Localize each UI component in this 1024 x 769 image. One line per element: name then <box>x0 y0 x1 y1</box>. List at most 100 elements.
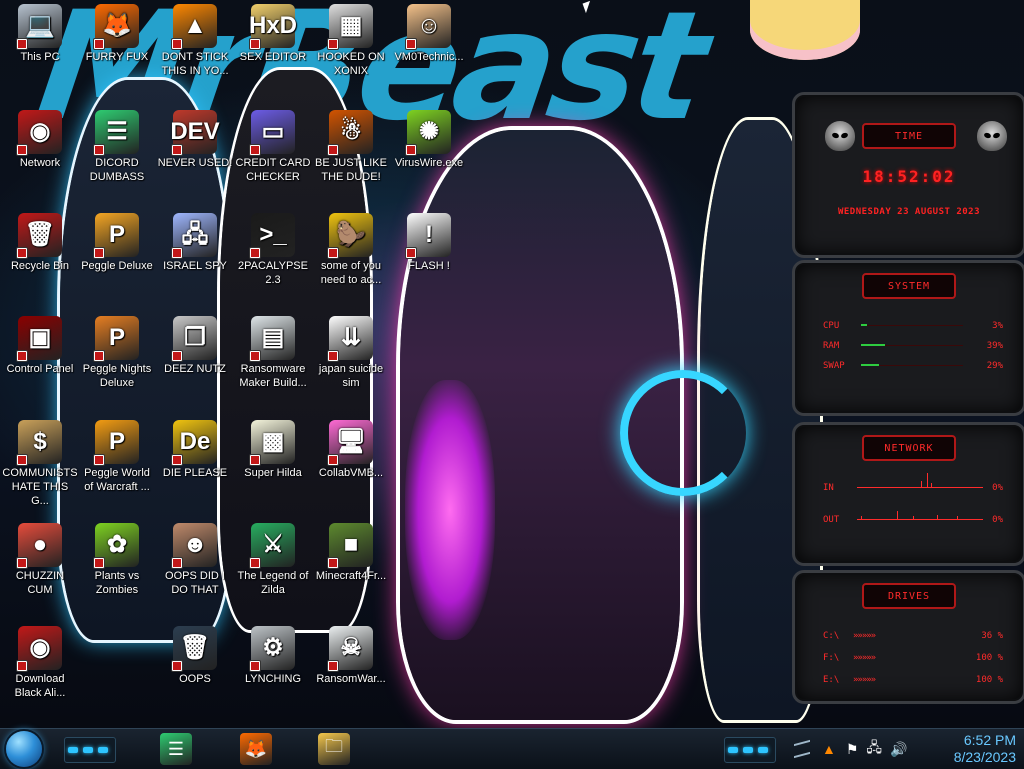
gadget-clock: 18:52:02 <box>862 167 956 186</box>
desktop-icon-label: COMMUNISTS HATE THIS G... <box>2 467 78 507</box>
desktop-icon-label: CollabVMB... <box>318 467 384 479</box>
shortcut-overlay-icon <box>249 247 261 259</box>
desktop-icon-super-hilda[interactable]: ▩ Super Hilda <box>233 420 313 480</box>
desktop-icon-label: Peggle Nights Deluxe <box>82 363 152 389</box>
shortcut-overlay-icon <box>327 247 339 259</box>
plant-icon: ✿ <box>93 523 139 569</box>
desktop-icon-chuzzin-cum[interactable]: ● CHUZZIN CUM <box>0 523 80 597</box>
desktop-icon-label: FLASH ! <box>408 260 450 272</box>
desktop-icon-communists[interactable]: $ COMMUNISTS HATE THIS G... <box>0 420 80 508</box>
trash-can-icon: 🗑 <box>171 626 217 672</box>
portrait-icon: ☻ <box>171 523 217 569</box>
devcpp-icon: DEV <box>170 110 220 156</box>
desktop-icon-furry-fux[interactable]: 🦊 FURRY FUX <box>77 4 157 64</box>
wallpaper-blue-swirl <box>620 370 746 496</box>
desktop-icon-collabvmb[interactable]: 🖥 CollabVMB... <box>311 420 391 480</box>
shortcut-overlay-icon <box>249 350 261 362</box>
desktop-icon-peggle-deluxe[interactable]: P Peggle Deluxe <box>77 213 157 273</box>
control-panel-icon: ▣ <box>16 316 62 362</box>
shortcut-overlay-icon <box>16 660 28 672</box>
desktop-icon-die-please[interactable]: De DIE PLEASE <box>155 420 235 480</box>
peggle-nights-icon: P <box>93 316 139 362</box>
desktop-icon-2pacalypse[interactable]: >_ 2PACALYPSE 2.3 <box>233 213 313 287</box>
unity-doc-icon: ⇊ <box>327 316 373 362</box>
shortcut-overlay-icon <box>171 144 183 156</box>
network-out-value: 0% <box>992 515 1003 525</box>
desktop-icon-label: Network <box>19 157 61 169</box>
desktop-icon-ransomwar[interactable]: ☠ RansomWar... <box>311 626 391 686</box>
desktop-icon-credit-card-checker[interactable]: ▭ CREDIT CARD CHECKER <box>233 110 313 184</box>
system-row-label: CPU <box>823 321 840 331</box>
desktop-icon-plants-zombies[interactable]: ✿ Plants vs Zombies <box>77 523 157 597</box>
time-panel-header: TIME <box>862 123 956 149</box>
chat-icon: ☰ <box>93 110 139 156</box>
drive-usage-value: 100 % <box>975 675 1003 685</box>
desktop-icon-be-just-like[interactable]: ☃ BE JUST LIKE THE DUDE! <box>311 110 391 184</box>
network-panel-header: NETWORK <box>862 435 956 461</box>
shortcut-overlay-icon <box>16 247 28 259</box>
money-bag-icon: $ <box>16 420 62 466</box>
desktop-icon-this-pc[interactable]: 💻 This PC <box>0 4 80 64</box>
desktop-icon-peggle-nights[interactable]: P Peggle Nights Deluxe <box>77 316 157 390</box>
chat-app-icon: ☰ <box>167 738 185 759</box>
alienware-monitor-gadget[interactable]: TIME 18:52:02 WEDNESDAY 23 AUGUST 2023 S… <box>792 92 1024 704</box>
desktop-icon-sex-editor[interactable]: HxD SEX EDITOR <box>233 4 313 64</box>
desktop-icon-legend-zilda[interactable]: ⚔ The Legend of Zilda <box>233 523 313 597</box>
taskbar-explorer-button[interactable]: 🗀 <box>318 733 350 765</box>
shortcut-overlay-icon <box>327 350 339 362</box>
volume-icon[interactable]: 🔊 <box>890 741 907 758</box>
desktop-icon-minecraft4fr[interactable]: ■ Minecraft4Fr... <box>311 523 391 583</box>
desktop-icon-viruswire[interactable]: ✺ VirusWire.exe <box>389 110 469 170</box>
desktop-icon-dont-stick[interactable]: ▲ DONT STICK THIS IN YO... <box>155 4 235 78</box>
desktop-icon-dicord-dumbass[interactable]: ☰ DICORD DUMBASS <box>77 110 157 184</box>
shortcut-overlay-icon <box>171 454 183 466</box>
desktop-icon-label: OOPS <box>179 673 211 685</box>
firefox-icon: 🦊 <box>93 4 139 50</box>
desktop-icon-israel-spy[interactable]: 🖧 ISRAEL SPY <box>155 213 235 273</box>
shortcut-overlay-icon <box>93 247 105 259</box>
desktop-icon-network[interactable]: ◉ Network <box>0 110 80 170</box>
drive-usage-arrows: »»»»» <box>853 675 876 685</box>
desktop-icon-oops-did[interactable]: ☻ OOPS DID I DO THAT <box>155 523 235 597</box>
shortcut-overlay-icon <box>93 454 105 466</box>
flag-notification-icon[interactable]: ⚑ <box>846 741 859 758</box>
desktop-icon-label: VM0Technic... <box>394 51 464 63</box>
desktop-icon-hooked-on-xonix[interactable]: ▦ HOOKED ON XONIX <box>311 4 391 78</box>
desktop-icon-download-black-ali[interactable]: ◉ Download Black Ali... <box>0 626 80 700</box>
desktop-icon-label: Minecraft4Fr... <box>315 570 387 582</box>
network-status-icon[interactable]: 🖧 <box>866 737 882 761</box>
desktop-icon-flash[interactable]: ! FLASH ! <box>389 213 469 273</box>
shortcut-overlay-icon <box>405 38 417 50</box>
desktop[interactable]: MrBeast 💻 This PC 🦊 FURRY FUX ▲ DONT STICK TH… <box>0 0 1024 728</box>
desktop-icon-label: ISRAEL SPY <box>163 260 227 272</box>
windows-stack-icon: ❐ <box>171 316 217 362</box>
desktop-icon-recycle-bin[interactable]: 🗑 Recycle Bin <box>0 213 80 273</box>
peggle-wow-icon: P <box>93 420 139 466</box>
desktop-icon-some-of-you[interactable]: 🦫 some of you need to ac... <box>311 213 391 287</box>
shortcut-overlay-icon <box>171 38 183 50</box>
desktop-icon-oops[interactable]: 🗑 OOPS <box>155 626 235 686</box>
taskbar-clock[interactable]: 6:52 PM 8/23/2023 <box>954 732 1016 766</box>
desktop-icon-lynching[interactable]: ⚙ LYNCHING <box>233 626 313 686</box>
gear-flag-icon: ⚙ <box>249 626 295 672</box>
drive-label: F:\ <box>823 653 840 663</box>
desktop-icon-ransomware-maker[interactable]: ▤ Ransomware Maker Build... <box>233 316 313 390</box>
desktop-icon-peggle-world[interactable]: P Peggle World of Warcraft ... <box>77 420 157 494</box>
show-hidden-icons-icon[interactable] <box>794 739 810 759</box>
shortcut-overlay-icon <box>93 350 105 362</box>
shortcut-overlay-icon <box>16 454 28 466</box>
desktop-icon-label: Control Panel <box>6 363 74 375</box>
desktop-icon-deez-nutz[interactable]: ❐ DEEZ NUTZ <box>155 316 235 376</box>
desktop-icon-label: FURRY FUX <box>85 51 149 63</box>
desktop-icon-never-used[interactable]: DEV NEVER USED! <box>155 110 235 170</box>
desktop-icon-control-panel[interactable]: ▣ Control Panel <box>0 316 80 376</box>
desktop-icon-vm0technic[interactable]: ☺ VM0Technic... <box>389 4 469 64</box>
app-tray-icon[interactable]: ▲ <box>822 741 836 757</box>
document-icon: ! <box>405 213 451 259</box>
desktop-icon-japan-suicide[interactable]: ⇊ japan suicide sim <box>311 316 391 390</box>
network-out-label: OUT <box>823 515 840 525</box>
shortcut-overlay-icon <box>16 557 28 569</box>
start-button[interactable] <box>6 731 42 767</box>
taskbar-firefox-button[interactable]: 🦊 <box>240 733 272 765</box>
taskbar-chat-button[interactable]: ☰ <box>160 733 192 765</box>
